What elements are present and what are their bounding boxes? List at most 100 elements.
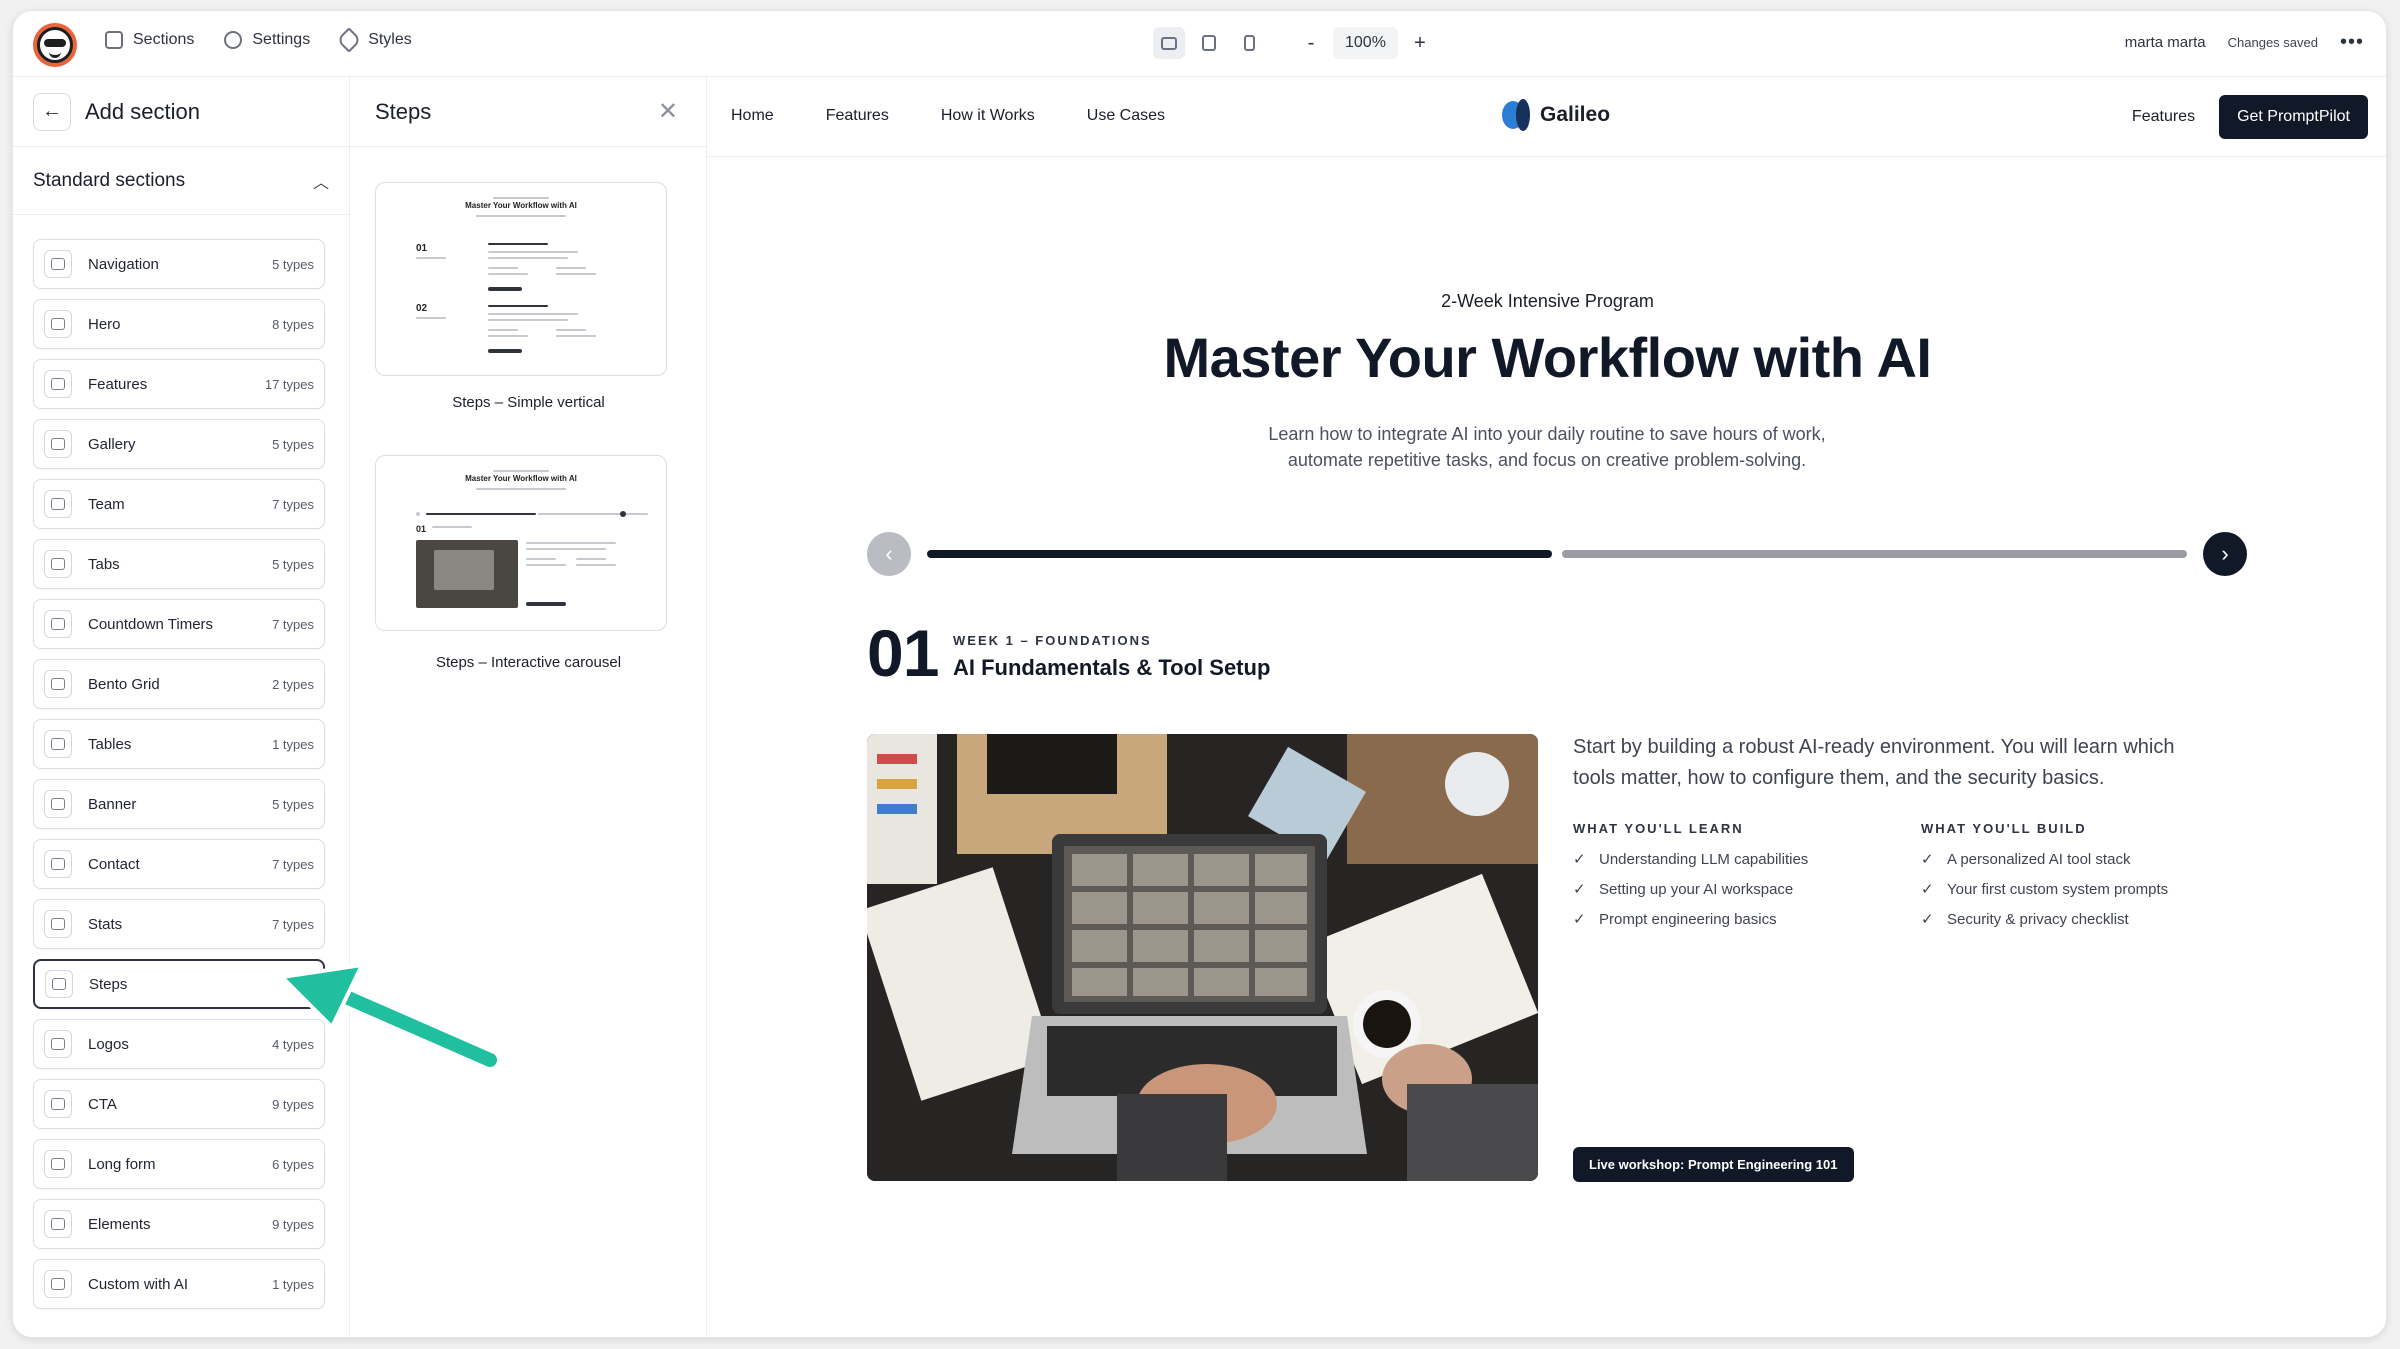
section-item-count: 7 types: [272, 856, 314, 872]
section-item-tables[interactable]: Tables 1 types: [33, 719, 325, 769]
elements-icon: [44, 1210, 72, 1238]
section-item-count: 17 types: [264, 376, 314, 392]
app-window: Sections Settings Styles - 100% + marta …: [12, 10, 2387, 1338]
section-item-stats[interactable]: Stats 7 types: [33, 899, 325, 949]
section-item-long-form[interactable]: Long form 6 types: [33, 1139, 325, 1189]
thumb-caption-interactive-carousel[interactable]: Steps – Interactive carousel: [350, 654, 707, 671]
learn-item: ✓ Setting up your AI workspace: [1573, 880, 1808, 899]
site-link-features[interactable]: Features: [826, 107, 889, 125]
styles-button[interactable]: Styles: [336, 27, 412, 53]
section-item-banner[interactable]: Banner 5 types: [33, 779, 325, 829]
section-item-features[interactable]: Features 17 types: [33, 359, 325, 409]
section-item-hero[interactable]: Hero 8 types: [33, 299, 325, 349]
top-right: marta marta Changes saved •••: [2125, 31, 2364, 54]
settings-button[interactable]: Settings: [224, 31, 310, 49]
section-item-label: Navigation: [88, 255, 159, 273]
section-item-count: 9 types: [272, 1216, 314, 1232]
zoom-in-button[interactable]: +: [1410, 32, 1430, 55]
build-item-label: Your first custom system prompts: [1947, 880, 2169, 898]
save-status: Changes saved: [2227, 35, 2318, 50]
user-name[interactable]: marta marta: [2125, 34, 2206, 51]
site-links: Home Features How it Works Use Cases: [731, 107, 1165, 125]
site-link-how-it-works[interactable]: How it Works: [941, 107, 1035, 125]
workshop-badge[interactable]: Live workshop: Prompt Engineering 101: [1573, 1147, 1854, 1182]
cta-icon: [44, 1090, 72, 1118]
section-item-count: 5 types: [272, 796, 314, 812]
step-number: 01: [867, 616, 939, 690]
build-item: ✓ A personalized AI tool stack: [1921, 850, 2168, 869]
build-item: ✓ Your first custom system prompts: [1921, 880, 2169, 899]
section-item-contact[interactable]: Contact 7 types: [33, 839, 325, 889]
zoom-out-button[interactable]: -: [1301, 32, 1321, 55]
thumb-step-1-number: 01: [416, 243, 428, 254]
thumb-title-2: Master Your Workflow with AI: [465, 474, 577, 483]
navigation-icon: [44, 250, 72, 278]
prev-step-button[interactable]: ‹: [867, 532, 911, 576]
more-menu-button[interactable]: •••: [2340, 31, 2364, 54]
section-item-label: Features: [88, 375, 148, 393]
learn-heading: WHAT YOU'LL LEARN: [1573, 821, 1744, 836]
step-description: Start by building a robust AI-ready envi…: [1573, 736, 2175, 789]
steps-simple-vertical-thumb[interactable]: Master Your Workflow with AI 01 02: [375, 182, 667, 376]
page-preview: Home Features How it Works Use Cases Gal…: [707, 77, 2386, 1337]
steps-header: Steps ✕: [350, 77, 706, 147]
site-link-use-cases[interactable]: Use Cases: [1087, 107, 1165, 125]
site-link-features-right[interactable]: Features: [2132, 108, 2195, 126]
back-button[interactable]: ←: [33, 92, 71, 131]
section-item-count: 6 types: [272, 1156, 314, 1172]
section-item-countdown-timers[interactable]: Countdown Timers 7 types: [33, 599, 325, 649]
section-item-team[interactable]: Team 7 types: [33, 479, 325, 529]
styles-label: Styles: [368, 31, 412, 48]
section-item-cta[interactable]: CTA 9 types: [33, 1079, 325, 1129]
gallery-icon: [44, 430, 72, 458]
section-item-custom-with-ai[interactable]: Custom with AI 1 types: [33, 1259, 325, 1309]
section-item-gallery[interactable]: Gallery 5 types: [33, 419, 325, 469]
logos-icon: [44, 1030, 72, 1058]
site-brand[interactable]: Galileo: [1502, 99, 1610, 131]
tabs-icon: [44, 550, 72, 578]
get-promptpilot-button[interactable]: Get PromptPilot: [2219, 95, 2368, 139]
section-item-count: 5 types: [272, 256, 314, 272]
banner-icon: [44, 790, 72, 818]
standard-sections-toggle[interactable]: Standard sections ︿: [13, 147, 349, 215]
site-nav-right: Features Get PromptPilot: [2132, 95, 2368, 139]
steps-interactive-carousel-thumb[interactable]: Master Your Workflow with AI 01: [375, 455, 667, 631]
brush-icon: [336, 27, 362, 53]
next-step-button[interactable]: ›: [2203, 532, 2247, 576]
step-eyebrow: WEEK 1 – FOUNDATIONS: [953, 633, 1152, 648]
team-icon: [44, 490, 72, 518]
close-icon[interactable]: ✕: [658, 97, 678, 126]
panel-title: Add section: [85, 98, 200, 124]
progress-segment[interactable]: [1562, 550, 2187, 558]
gear-icon: [224, 31, 243, 49]
thumb-caption-simple-vertical[interactable]: Steps – Simple vertical: [350, 394, 707, 411]
section-item-bento-grid[interactable]: Bento Grid 2 types: [33, 659, 325, 709]
rocket-icon: [44, 1270, 72, 1298]
section-item-count: 7 types: [272, 916, 314, 932]
section-item-tabs[interactable]: Tabs 5 types: [33, 539, 325, 589]
chevron-left-icon: ‹: [885, 541, 893, 566]
section-item-elements[interactable]: Elements 9 types: [33, 1199, 325, 1249]
zoom-level[interactable]: 100%: [1333, 27, 1398, 59]
mobile-view-button[interactable]: [1233, 27, 1265, 59]
sections-button[interactable]: Sections: [105, 31, 194, 49]
section-item-count: 1 types: [272, 1276, 314, 1292]
site-navbar: Home Features How it Works Use Cases Gal…: [707, 77, 2386, 157]
section-item-count: 7 types: [272, 616, 314, 632]
bento-grid-icon: [44, 670, 72, 698]
site-link-home[interactable]: Home: [731, 107, 774, 125]
check-icon: ✓: [1573, 881, 1586, 898]
section-item-label: Gallery: [88, 435, 136, 453]
section-item-label: Stats: [88, 915, 123, 933]
app-logo[interactable]: [33, 23, 77, 67]
progress-segment[interactable]: [927, 550, 1552, 558]
steps-title: Steps: [375, 98, 432, 124]
desktop-view-button[interactable]: [1153, 27, 1185, 59]
section-item-navigation[interactable]: Navigation 5 types: [33, 239, 325, 289]
step-title: AI Fundamentals & Tool Setup: [953, 655, 1271, 680]
tablet-view-button[interactable]: [1193, 27, 1225, 59]
mobile-icon: [1243, 35, 1255, 51]
check-icon: ✓: [1573, 851, 1586, 868]
thumb-title: Master Your Workflow with AI: [465, 201, 577, 210]
section-item-count: 9 types: [272, 1096, 314, 1112]
